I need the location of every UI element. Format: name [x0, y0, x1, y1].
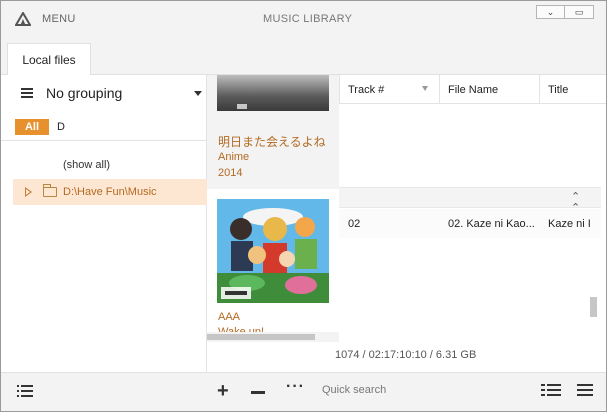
- cell-file-name: 02. Kaze ni Kao...: [448, 217, 535, 230]
- track-list-scrollbar-thumb[interactable]: [590, 297, 597, 317]
- group-header[interactable]: ⌃ ⌃: [339, 187, 601, 214]
- folder-icon: [43, 184, 57, 197]
- column-header-label: Title: [548, 83, 569, 96]
- expand-arrow-icon[interactable]: [25, 187, 32, 197]
- table-row[interactable]: 02 02. Kaze ni Kao... Kaze ni I: [339, 209, 601, 238]
- filter-icon[interactable]: [422, 86, 428, 91]
- letter-filter-bar: All D: [1, 115, 207, 141]
- menu-button[interactable]: MENU: [42, 13, 76, 25]
- restore-button[interactable]: ▭: [565, 5, 594, 19]
- library-summary: 1074 / 02:17:10:10 / 6.31 GB: [335, 349, 477, 361]
- cell-title: Kaze ni I: [548, 217, 591, 230]
- track-list-header: Track # File Name Title: [339, 75, 606, 104]
- window-controls: ⌄ ▭: [536, 5, 594, 19]
- caret-down-icon[interactable]: [194, 91, 202, 96]
- column-header-label: Track #: [348, 83, 385, 96]
- quick-search-input[interactable]: Quick search: [322, 384, 386, 396]
- bottom-toolbar: + ··· Quick search: [1, 372, 606, 411]
- tab-strip: Local files: [1, 35, 606, 75]
- album-scrollbar-thumb[interactable]: [207, 334, 315, 340]
- app-logo-icon[interactable]: [15, 12, 31, 26]
- more-button[interactable]: ···: [286, 378, 305, 396]
- list-icon[interactable]: [17, 385, 33, 397]
- column-header-label: File Name: [448, 83, 499, 96]
- show-all-item[interactable]: (show all): [63, 159, 110, 171]
- remove-button[interactable]: [251, 391, 265, 394]
- sidebar: No grouping All D (show all) D:\Have Fun…: [1, 75, 207, 372]
- column-header-file-name[interactable]: File Name: [439, 75, 539, 104]
- cell-track: 02: [348, 217, 361, 230]
- album-art-image: [217, 199, 329, 303]
- title-bar: MENU MUSIC LIBRARY ⌄ ▭: [1, 1, 606, 35]
- album-cover-1[interactable]: [217, 75, 329, 111]
- minimize-button[interactable]: ⌄: [536, 5, 565, 19]
- album-artist: AAA: [218, 311, 241, 323]
- album-artist: Anime: [218, 151, 250, 163]
- grouping-selector[interactable]: No grouping: [1, 75, 207, 111]
- window-title: MUSIC LIBRARY: [263, 13, 353, 25]
- folder-label: D:\Have Fun\Music: [63, 186, 157, 198]
- tab-local-files[interactable]: Local files: [7, 43, 91, 75]
- column-header-title[interactable]: Title: [539, 75, 606, 104]
- add-button[interactable]: +: [217, 381, 229, 401]
- menu-icon[interactable]: [577, 384, 593, 397]
- filter-letter-d[interactable]: D: [57, 121, 65, 133]
- app-window: MENU MUSIC LIBRARY ⌄ ▭ Local files No gr…: [0, 0, 607, 412]
- album-card[interactable]: AAA Wake up!: [207, 189, 339, 343]
- album-title: 明日また会えるよね: [218, 135, 326, 149]
- grouping-label: No grouping: [46, 85, 123, 101]
- album-cover-2[interactable]: [217, 199, 329, 303]
- track-list: Track # File Name Title ⌃ ⌃ 02 02. Kaze n…: [339, 75, 606, 343]
- column-header-track[interactable]: Track #: [339, 75, 439, 104]
- hamburger-icon[interactable]: [21, 88, 33, 98]
- detail-view-icon[interactable]: [541, 384, 561, 397]
- folder-item[interactable]: D:\Have Fun\Music: [13, 179, 207, 205]
- album-list[interactable]: 明日また会えるよね Anime 2014 AAA: [207, 75, 339, 343]
- filter-all-button[interactable]: All: [15, 119, 49, 135]
- album-year: 2014: [218, 167, 243, 179]
